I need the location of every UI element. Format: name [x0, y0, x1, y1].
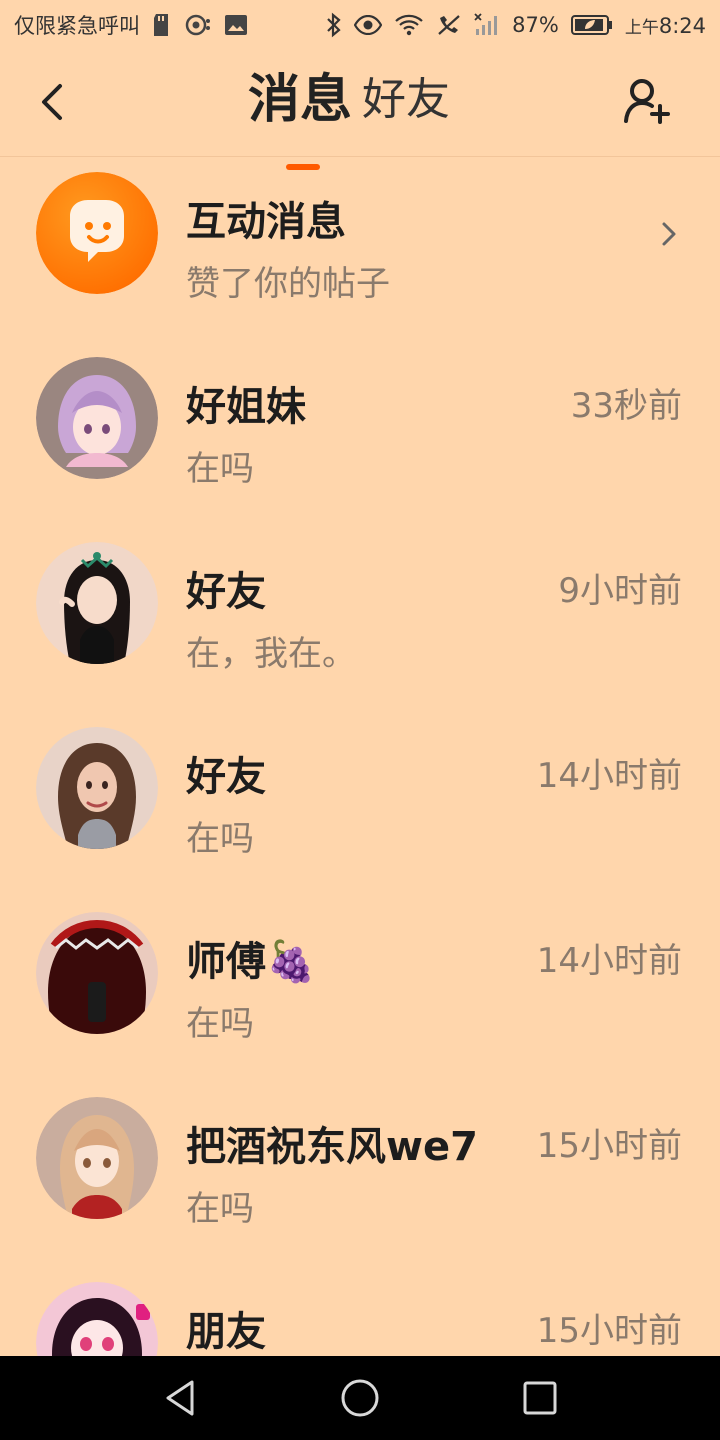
carrier-text: 仅限紧急呼叫: [14, 14, 140, 38]
status-time: 上午8:24: [625, 13, 706, 38]
system-nav-bar: [0, 1356, 720, 1440]
message-time: 33秒前: [570, 386, 682, 426]
contact-name: 好友: [186, 569, 266, 615]
avatar-pink-smiling-girl: [36, 1282, 158, 1356]
message-preview: 在吗: [186, 819, 254, 859]
tab-bar: 消息 好友: [248, 68, 450, 170]
nav-recents-button[interactable]: [519, 1377, 561, 1419]
status-bar: 仅限紧急呼叫 87% 上午8:24: [0, 0, 720, 50]
grape-emoji-icon: 🍇: [266, 939, 316, 985]
nav-home-icon: [341, 1379, 379, 1417]
header: 消息 好友: [0, 50, 720, 170]
message-time: 14小时前: [536, 756, 682, 796]
list-item[interactable]: 朋友 15小时前: [0, 1267, 720, 1356]
status-right: 87% 上午8:24: [326, 12, 706, 38]
message-preview: 在吗: [186, 1004, 254, 1044]
nav-home-button[interactable]: [339, 1377, 381, 1419]
list-item[interactable]: 好友 在，我在。 9小时前: [0, 527, 720, 712]
tab-friends-label: 好友: [362, 74, 451, 125]
status-left: 仅限紧急呼叫: [14, 10, 248, 40]
message-time: 9小时前: [558, 571, 682, 611]
avatar-curly-brown-hair: [36, 727, 158, 849]
avatar-red-hair-crown: [36, 912, 158, 1034]
contact-name: 互动消息: [186, 199, 346, 245]
no-call-icon: [436, 13, 462, 37]
contact-name: 把酒祝东风we7: [186, 1124, 478, 1170]
status-clock: 8:24: [658, 13, 706, 38]
battery-percent: 87%: [512, 13, 559, 37]
interaction-chat-icon: [36, 172, 158, 294]
eye-icon: [354, 15, 383, 35]
message-list: 互动消息 赞了你的帖子 好姐妹 在吗 33秒前 好友 在，我在。 9小时前 好友…: [0, 157, 720, 1356]
message-time: 14小时前: [536, 941, 682, 981]
avatar-black-hair-tiara: [36, 542, 158, 664]
avatar-blonde-girl: [36, 1097, 158, 1219]
contact-name: 好姐妹: [186, 384, 306, 430]
contact-name-text: 师傅: [186, 939, 266, 985]
hotspot-icon: [184, 13, 212, 37]
tab-friends[interactable]: 好友: [362, 68, 450, 132]
nav-recents-icon: [523, 1381, 557, 1415]
list-item[interactable]: 好友 在吗 14小时前: [0, 712, 720, 897]
tab-messages[interactable]: 消息: [248, 68, 353, 170]
add-friend-button[interactable]: [622, 76, 674, 128]
list-item[interactable]: 好姐妹 在吗 33秒前: [0, 342, 720, 527]
list-item[interactable]: 把酒祝东风we7 在吗 15小时前: [0, 1082, 720, 1267]
battery-icon: [570, 14, 613, 36]
avatar-lavender-hair: [36, 357, 158, 479]
image-icon: [224, 13, 248, 37]
contact-name: 师傅🍇: [186, 929, 316, 987]
message-preview: 在吗: [186, 449, 254, 489]
sd-card-icon: [152, 13, 172, 37]
contact-name: 好友: [186, 754, 266, 800]
bluetooth-icon: [326, 12, 342, 38]
status-ampm: 上午: [624, 17, 659, 38]
message-preview: 在，我在。: [186, 634, 356, 674]
chevron-right-icon: [656, 221, 682, 247]
contact-name: 朋友: [186, 1309, 266, 1355]
message-preview: 在吗: [186, 1189, 254, 1229]
message-time: 15小时前: [536, 1126, 682, 1166]
back-arrow-icon: [42, 84, 62, 120]
signal-icon: [474, 13, 500, 37]
tab-messages-label: 消息: [248, 70, 353, 130]
message-preview: 赞了你的帖子: [186, 264, 390, 304]
nav-back-icon: [166, 1380, 194, 1416]
messages-screen: 仅限紧急呼叫 87% 上午8:24 消息 好友 互动消息 赞了你的帖子 好姐妹 …: [0, 0, 720, 1440]
nav-back-button[interactable]: [160, 1377, 202, 1419]
list-item-interactions[interactable]: 互动消息 赞了你的帖子: [0, 157, 720, 342]
add-user-icon: [624, 79, 670, 124]
message-time: 15小时前: [536, 1311, 682, 1351]
back-button[interactable]: [32, 80, 76, 124]
list-item[interactable]: 师傅🍇 在吗 14小时前: [0, 897, 720, 1082]
wifi-icon: [394, 13, 424, 37]
